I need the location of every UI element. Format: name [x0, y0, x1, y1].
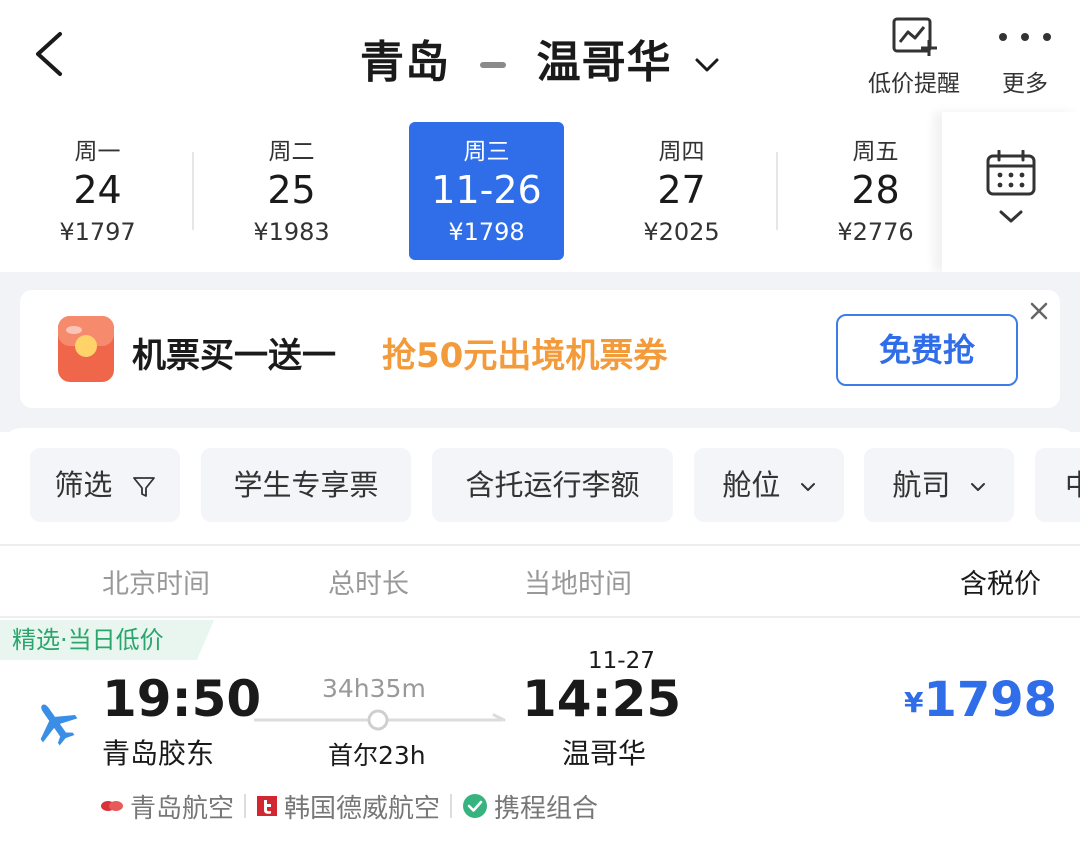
- filter-label: 含托运行李额: [465, 468, 640, 502]
- date-price: ¥1983: [253, 218, 330, 246]
- stopover: 首尔23h: [328, 741, 426, 770]
- date-day: 27: [657, 168, 706, 212]
- flight-tag: 精选·当日低价: [0, 620, 214, 660]
- filter-label: 中: [1065, 468, 1080, 502]
- destination-city: 温哥华: [536, 37, 672, 88]
- filter-label: 航司: [892, 468, 951, 502]
- date-weekday: 周二: [268, 139, 315, 165]
- low-price-alert-label: 低价提醒: [868, 71, 960, 97]
- divider: [0, 616, 1080, 618]
- flight-duration: 34h35m: [322, 674, 426, 703]
- filter-chip-more[interactable]: 中: [1035, 448, 1080, 522]
- promo-text: 机票买一送一: [132, 336, 336, 376]
- airplane-icon: [40, 704, 78, 746]
- departure-airport: 青岛胶东: [102, 737, 215, 770]
- promo-banner[interactable]: 机票买一送一 抢50元出境机票券 免费抢: [20, 290, 1060, 408]
- date-weekday: 周五: [852, 139, 899, 165]
- check-circle-icon: [463, 794, 488, 818]
- date-divider: [776, 152, 778, 230]
- airline-divider: [450, 794, 453, 818]
- date-option[interactable]: 周二 25 ¥1983: [214, 122, 369, 260]
- trend-chart-icon: [892, 17, 937, 56]
- chevron-down-icon: [800, 483, 815, 491]
- more-button[interactable]: 更多: [990, 14, 1060, 98]
- date-price: ¥2025: [643, 218, 720, 246]
- red-envelope-icon: [58, 316, 114, 382]
- route-dash: [480, 62, 507, 68]
- date-option[interactable]: 周四 27 ¥2025: [604, 122, 759, 260]
- date-option-selected[interactable]: 周三 11-26 ¥1798: [409, 122, 564, 260]
- chevron-down-icon: [970, 483, 985, 491]
- funnel-icon: [132, 477, 155, 497]
- filter-chip-filter[interactable]: 筛选: [30, 448, 180, 522]
- date-weekday: 周三: [463, 139, 510, 165]
- promo-claim-button[interactable]: 免费抢: [836, 314, 1018, 386]
- price-currency: ¥: [904, 686, 924, 719]
- airline-divider: [244, 794, 247, 818]
- filter-chip-airline[interactable]: 航司: [864, 448, 1014, 522]
- airline-name: 青岛航空: [130, 793, 235, 824]
- tway-airlines-logo-icon: [257, 796, 278, 816]
- filter-chip-student[interactable]: 学生专享票: [201, 448, 411, 522]
- filter-label: 学生专享票: [233, 468, 379, 502]
- flight-price: ¥1798: [904, 672, 1057, 728]
- date-day: 11-26: [431, 168, 542, 212]
- origin-city: 青岛: [360, 37, 450, 88]
- date-price: ¥1798: [448, 218, 525, 246]
- airline-info: 青岛航空 韩国德威航空 携程组合: [100, 786, 598, 826]
- filter-label: 舱位: [722, 468, 781, 502]
- column-price[interactable]: 含税价: [960, 562, 1041, 601]
- airline-name: 韩国德威航空: [284, 793, 441, 824]
- price-value: 1798: [923, 672, 1058, 728]
- date-day: 28: [851, 168, 900, 212]
- arrival-time: 14:25: [522, 670, 682, 728]
- close-icon: [1030, 302, 1048, 320]
- low-price-alert-button[interactable]: 低价提醒: [858, 14, 970, 98]
- header: 青岛 温哥华 低价提醒 更多: [0, 0, 1080, 112]
- date-price: ¥2776: [837, 218, 914, 246]
- combo-label: 携程组合: [494, 793, 599, 824]
- date-divider: [192, 152, 194, 230]
- qingdao-airlines-logo-icon: [101, 801, 123, 811]
- arrival-airport: 温哥华: [562, 737, 647, 770]
- filter-chip-cabin[interactable]: 舱位: [694, 448, 844, 522]
- column-total-duration: 总时长: [328, 569, 409, 600]
- promo-close-button[interactable]: [1024, 296, 1054, 326]
- promo-highlight: 抢50元出境机票券: [382, 336, 668, 376]
- filter-chip-baggage[interactable]: 含托运行李额: [432, 448, 673, 522]
- more-label: 更多: [1002, 71, 1048, 97]
- calendar-button[interactable]: [984, 149, 1040, 240]
- filter-label: 筛选: [54, 468, 113, 502]
- departure-time: 19:50: [102, 670, 262, 728]
- column-beijing-time: 北京时间: [102, 569, 210, 600]
- filter-bar: 筛选 学生专享票 含托运行李额 舱位 航司 中: [0, 428, 1080, 546]
- date-weekday: 周四: [658, 139, 705, 165]
- date-weekday: 周一: [74, 139, 121, 165]
- route-line-icon: [254, 709, 506, 731]
- date-day: 25: [267, 168, 316, 212]
- calendar-icon: [986, 149, 1036, 223]
- more-dots-icon: [999, 33, 1051, 41]
- date-strip: 周一 24 ¥1797 周二 25 ¥1983 周三 11-26 ¥1798 周…: [0, 112, 1080, 272]
- divider: [0, 544, 1080, 546]
- date-price: ¥1797: [59, 218, 136, 246]
- column-local-time: 当地时间: [524, 569, 632, 600]
- date-option[interactable]: 周一 24 ¥1797: [20, 122, 175, 260]
- date-day: 24: [73, 168, 122, 212]
- chevron-down-icon: [695, 58, 719, 72]
- date-option[interactable]: 周五 28 ¥2776: [798, 122, 953, 260]
